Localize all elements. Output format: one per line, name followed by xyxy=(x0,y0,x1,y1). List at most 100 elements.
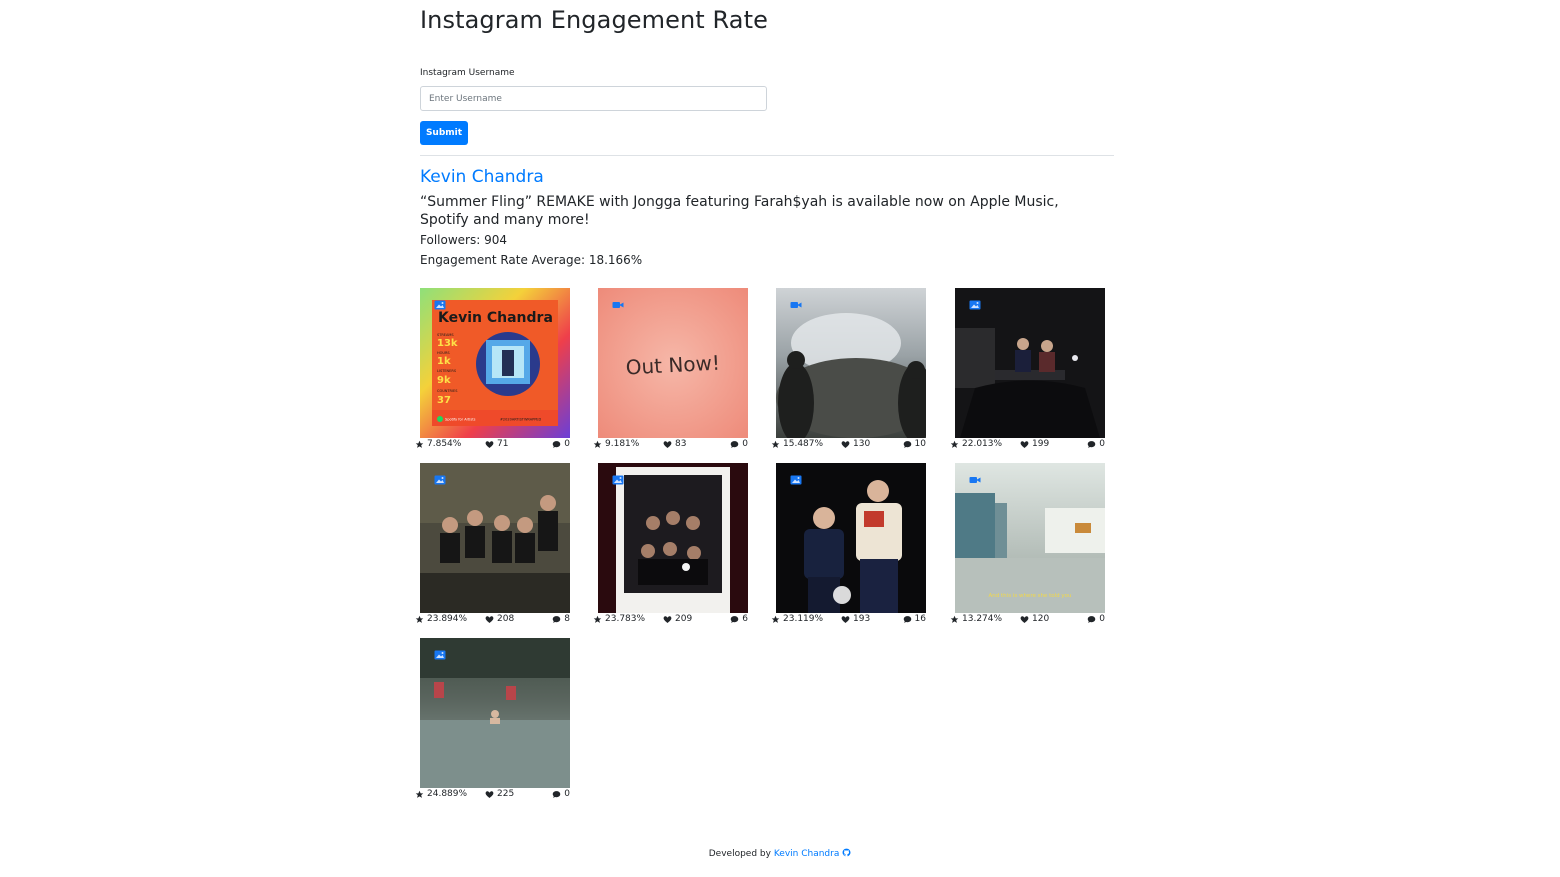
profile-bio: “Summer Fling” REMAKE with Jongga featur… xyxy=(420,194,1059,228)
post-thumbnail[interactable] xyxy=(598,463,748,613)
github-icon xyxy=(842,848,851,857)
post-thumbnail[interactable] xyxy=(420,463,570,613)
post-engagement: 24.889% xyxy=(415,789,467,799)
post-engagement: 23.783% xyxy=(593,614,645,624)
image-icon xyxy=(969,300,981,310)
username-input[interactable] xyxy=(420,86,767,111)
post-overlay-label: LISTENERS xyxy=(437,369,457,373)
post-image xyxy=(955,288,1105,438)
post-engagement-value: 23.894% xyxy=(427,614,468,624)
post-comments: 6 xyxy=(730,614,748,624)
post-thumbnail[interactable]: Kevin Chandra STREAMS 13k HOURS 1k LISTE… xyxy=(420,288,570,438)
post-image: Kevin Chandra STREAMS 13k HOURS 1k LISTE… xyxy=(420,288,570,438)
followers-count: Followers: 904 xyxy=(420,233,507,247)
post-overlay-value: 37 xyxy=(437,395,451,406)
post-engagement: 22.013% xyxy=(950,439,1002,449)
star-icon xyxy=(950,615,959,623)
post-image xyxy=(776,463,926,613)
image-icon xyxy=(612,475,624,485)
post-engagement-value: 15.487% xyxy=(783,439,824,449)
post-likes-value: 209 xyxy=(675,614,693,624)
footer-author-name: Kevin Chandra xyxy=(773,849,840,859)
submit-button[interactable]: Submit xyxy=(420,121,468,145)
post-thumbnail[interactable] xyxy=(776,463,926,613)
post-engagement: 13.274% xyxy=(950,614,1002,624)
post-overlay-text: And this is where she told you xyxy=(989,593,1072,599)
post-overlay-title: Kevin Chandra xyxy=(438,310,553,326)
footer-author-link[interactable]: Kevin Chandra xyxy=(773,848,851,859)
heart-icon xyxy=(1020,615,1029,623)
star-icon xyxy=(950,440,959,448)
post-comments: 8 xyxy=(552,614,570,624)
post-stats: 23.119% 193 16 xyxy=(771,614,926,628)
post-comments: 10 xyxy=(903,439,926,449)
post-comments: 0 xyxy=(1087,614,1105,624)
comment-icon xyxy=(553,440,561,448)
post-comments-value: 10 xyxy=(914,439,926,449)
post-thumbnail[interactable] xyxy=(420,638,570,788)
post-image: And this is where she told you xyxy=(955,463,1105,613)
post-stats: 23.783% 209 6 xyxy=(593,614,748,628)
footer: Developed by Kevin Chandra xyxy=(0,848,1560,859)
post-comments: 0 xyxy=(552,439,570,449)
post-engagement: 23.119% xyxy=(771,614,823,624)
post-likes: 120 xyxy=(1020,614,1049,624)
post-comments-value: 16 xyxy=(914,614,926,624)
post-engagement-value: 23.783% xyxy=(605,614,646,624)
post-stats: 23.894% 208 8 xyxy=(415,614,570,628)
star-icon xyxy=(771,615,780,623)
heart-icon xyxy=(1020,440,1029,448)
heart-icon xyxy=(663,615,672,623)
post-likes-value: 120 xyxy=(1032,614,1050,624)
post-engagement-value: 22.013% xyxy=(962,439,1003,449)
image-icon xyxy=(434,300,446,310)
post-engagement: 15.487% xyxy=(771,439,823,449)
post-stats: 9.181% 83 0 xyxy=(593,439,748,453)
post-comments-value: 0 xyxy=(564,439,570,449)
post-overlay-text: Out Now! xyxy=(625,351,720,380)
comment-icon xyxy=(1088,615,1096,623)
post-likes: 225 xyxy=(485,789,514,799)
post-stats: 13.274% 120 0 xyxy=(950,614,1105,628)
post-likes: 193 xyxy=(841,614,870,624)
post-comments-value: 8 xyxy=(564,614,570,624)
comment-icon xyxy=(553,615,561,623)
heart-icon xyxy=(485,615,494,623)
post-overlay-value: 13k xyxy=(437,338,458,349)
heart-icon xyxy=(841,615,850,623)
post-overlay-label: STREAMS xyxy=(437,333,454,337)
post-image xyxy=(420,638,570,788)
heart-icon xyxy=(663,440,672,448)
post-stats: 22.013% 199 0 xyxy=(950,439,1105,453)
star-icon xyxy=(415,440,424,448)
video-camera-icon xyxy=(969,477,981,483)
video-camera-icon xyxy=(790,302,802,308)
image-icon xyxy=(434,650,446,660)
post-overlay-value: 9k xyxy=(437,375,451,386)
comment-icon xyxy=(1088,440,1096,448)
post-engagement: 9.181% xyxy=(593,439,639,449)
post-stats: 7.854% 71 0 xyxy=(415,439,570,453)
post-image xyxy=(598,463,748,613)
post-image xyxy=(420,463,570,613)
post-likes: 209 xyxy=(663,614,692,624)
comment-icon xyxy=(553,790,561,798)
post-likes: 71 xyxy=(485,439,508,449)
image-icon xyxy=(434,475,446,485)
profile-name-link[interactable]: Kevin Chandra xyxy=(420,167,544,187)
post-engagement-value: 13.274% xyxy=(962,614,1003,624)
post-likes-value: 83 xyxy=(675,439,687,449)
post-overlay-brand: Spotify for Artists xyxy=(445,418,476,422)
post-comments-value: 0 xyxy=(742,439,748,449)
post-thumbnail[interactable]: And this is where she told you xyxy=(955,463,1105,613)
post-comments-value: 0 xyxy=(1099,439,1105,449)
image-icon xyxy=(790,475,802,485)
post-overlay-value: 1k xyxy=(437,356,451,367)
page-title: Instagram Engagement Rate xyxy=(420,6,768,34)
post-thumbnail[interactable] xyxy=(955,288,1105,438)
post-thumbnail[interactable] xyxy=(776,288,926,438)
post-engagement: 23.894% xyxy=(415,614,467,624)
post-thumbnail[interactable]: Out Now! xyxy=(598,288,748,438)
comment-icon xyxy=(731,615,739,623)
post-comments-value: 0 xyxy=(564,789,570,799)
